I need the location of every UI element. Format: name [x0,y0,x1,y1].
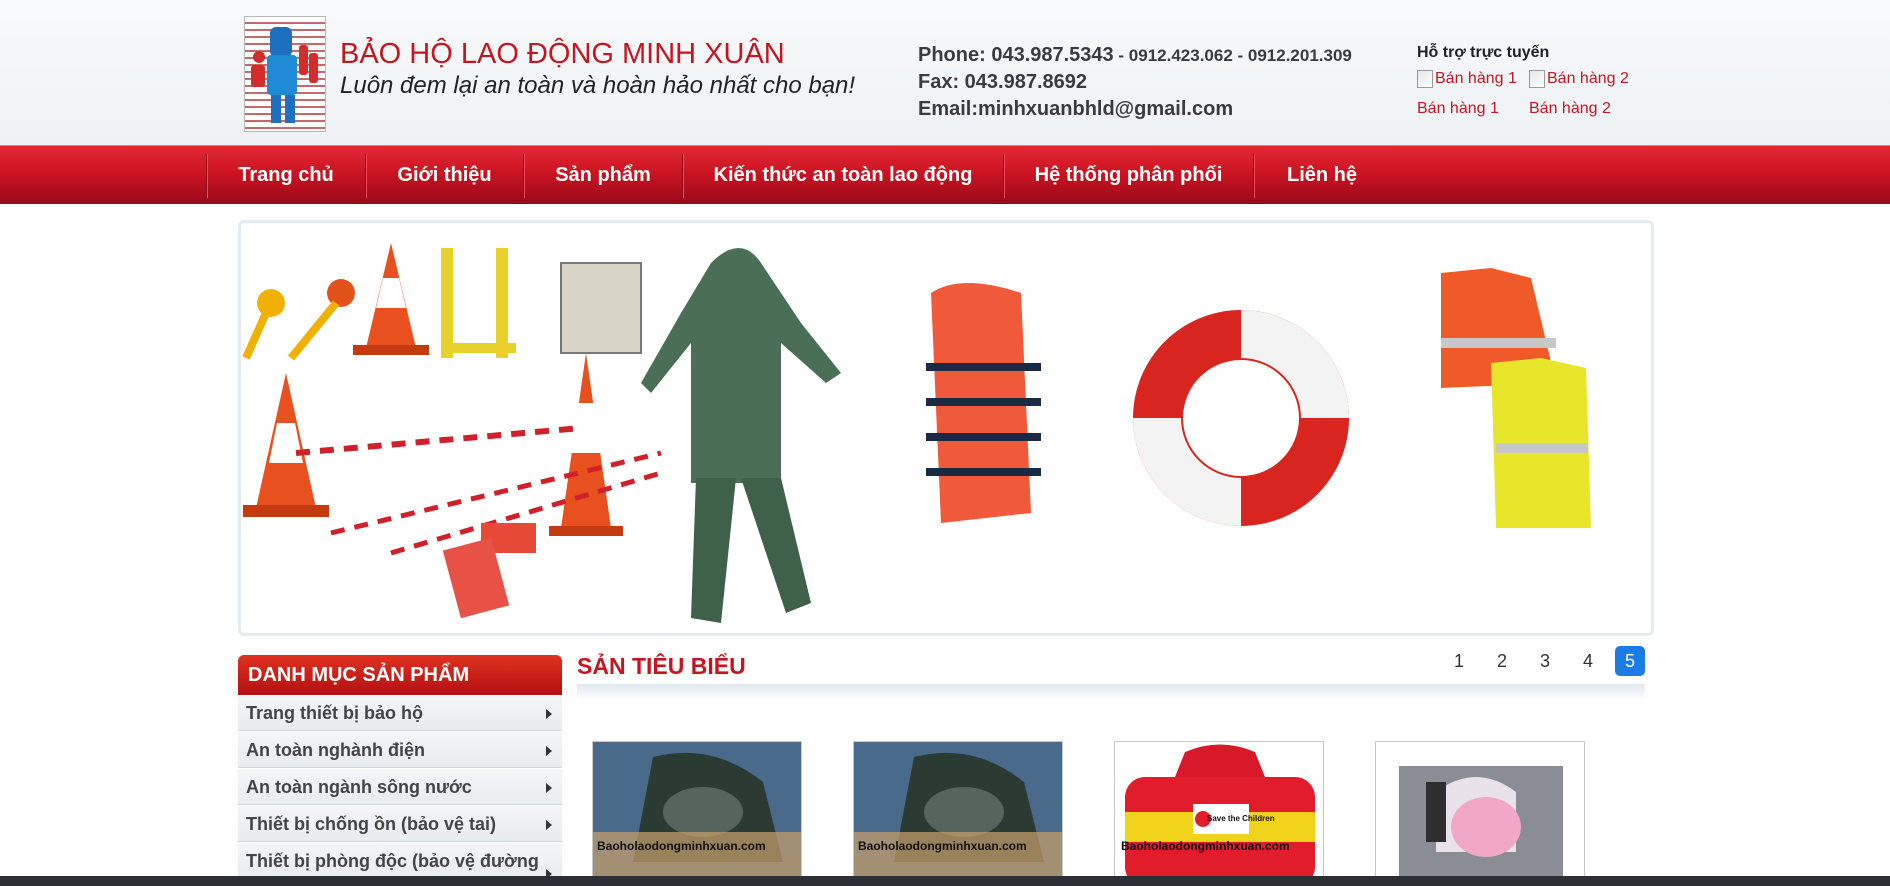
contact-fax: Fax: 043.987.8692 [918,71,1088,93]
section-divider [577,684,1645,700]
category-label: An toàn nghành điện [246,740,425,760]
category-label: An toàn ngành sông nước [246,777,472,797]
category-label: Thiết bị phòng độc (bảo vệ đường [246,851,539,871]
life-vest-icon [926,283,1041,523]
broken-image-icon [1529,70,1545,88]
page-3-button[interactable]: 3 [1530,646,1560,676]
sales-2-link[interactable]: Bán hàng 2 [1529,100,1611,118]
category-item[interactable]: An toàn ngành sông nước [238,769,562,805]
safety-boot-image [854,742,1062,885]
product-card-helmet[interactable] [1375,741,1585,886]
contact-email[interactable]: Email:minhxuanbhld@gmail.com [918,98,1233,121]
featured-section-title: SẢN TIÊU BIỂU [577,653,746,679]
category-item[interactable]: Thiết bị phòng độc (bảo vệ đường [238,843,562,879]
sales-1-image[interactable]: Bán hàng 1 [1417,70,1517,88]
nav-item-contact[interactable]: Liên hệ [1254,146,1390,204]
main-nav: Trang chủ Giới thiệu Sản phẩm Kiến thức … [0,145,1890,204]
product-card-boots-1[interactable]: Baoholaodongminhxuan.com [592,741,802,886]
category-item[interactable]: An toàn nghành điện [238,732,562,768]
lifebuoy-icon [1133,310,1349,526]
phone-extra: - 0912.423.062 - 0912.201.309 [1113,46,1352,65]
safety-worker-logo-icon [251,27,318,123]
bag-badge-text: Save the Children [1207,814,1275,823]
arrow-right-icon [546,820,552,830]
broken-image-icon [1417,70,1433,88]
traffic-cones-icon [242,243,662,619]
nav-item-home[interactable]: Trang chủ [207,146,365,204]
sales-1-image-alt: Bán hàng 1 [1435,70,1517,87]
nav-item-distribution[interactable]: Hệ thống phân phối [1004,146,1253,204]
watermark-text: Baoholaodongminhxuan.com [1121,839,1290,853]
arrow-right-icon [546,783,552,793]
sales-1-link[interactable]: Bán hàng 1 [1417,100,1499,118]
page-4-button[interactable]: 4 [1573,646,1603,676]
category-label: Thiết bị chống ồn (bảo vệ tai) [246,814,496,834]
category-item[interactable]: Thiết bị chống ồn (bảo vệ tai) [238,806,562,842]
phone-main: Phone: 043.987.5343 [918,44,1114,66]
safety-products-banner-image [242,243,1591,623]
raincoat-icon [641,248,841,623]
arrow-right-icon [546,746,552,756]
page-2-button[interactable]: 2 [1487,646,1517,676]
arrow-right-icon [546,709,552,719]
bottom-edge [0,876,1890,886]
category-item[interactable]: Trang thiết bị bảo hộ [238,695,562,731]
category-label: Trang thiết bị bảo hộ [246,703,423,723]
reflective-vests-icon [1441,268,1591,528]
site-header: BẢO HỘ LAO ĐỘNG MINH XUÂN Luôn đem lại a… [0,0,1890,145]
site-title: BẢO HỘ LAO ĐỘNG MINH XUÂN [340,38,785,70]
safety-boot-image [593,742,801,885]
product-category-panel: DANH MỤC SẢN PHẨM Trang thiết bị bảo hộ … [238,655,562,886]
hero-banner [238,220,1654,636]
online-support-title: Hỗ trợ trực tuyến [1417,44,1550,61]
contact-phone: Phone: 043.987.5343 - 0912.423.062 - 091… [918,44,1352,67]
category-panel-title: DANH MỤC SẢN PHẨM [238,655,562,695]
product-card-bag[interactable]: Save the Children Baoholaodongminhxuan.c… [1114,741,1324,886]
nav-item-about[interactable]: Giới thiệu [366,146,523,204]
logo[interactable] [244,16,326,132]
watermark-text: Baoholaodongminhxuan.com [597,839,766,853]
sales-2-image[interactable]: Bán hàng 2 [1529,70,1629,88]
page-5-button-active[interactable]: 5 [1615,646,1645,676]
site-slogan: Luôn đem lại an toàn và hoàn hảo nhất ch… [340,72,856,99]
product-card-boots-2[interactable]: Baoholaodongminhxuan.com [853,741,1063,886]
nav-item-products[interactable]: Sản phẩm [524,146,682,204]
nav-item-safety-knowledge[interactable]: Kiến thức an toàn lao động [683,146,1003,204]
helmet-image [1376,742,1584,885]
watermark-text: Baoholaodongminhxuan.com [858,839,1027,853]
sales-2-image-alt: Bán hàng 2 [1547,70,1629,87]
page-1-button[interactable]: 1 [1444,646,1474,676]
